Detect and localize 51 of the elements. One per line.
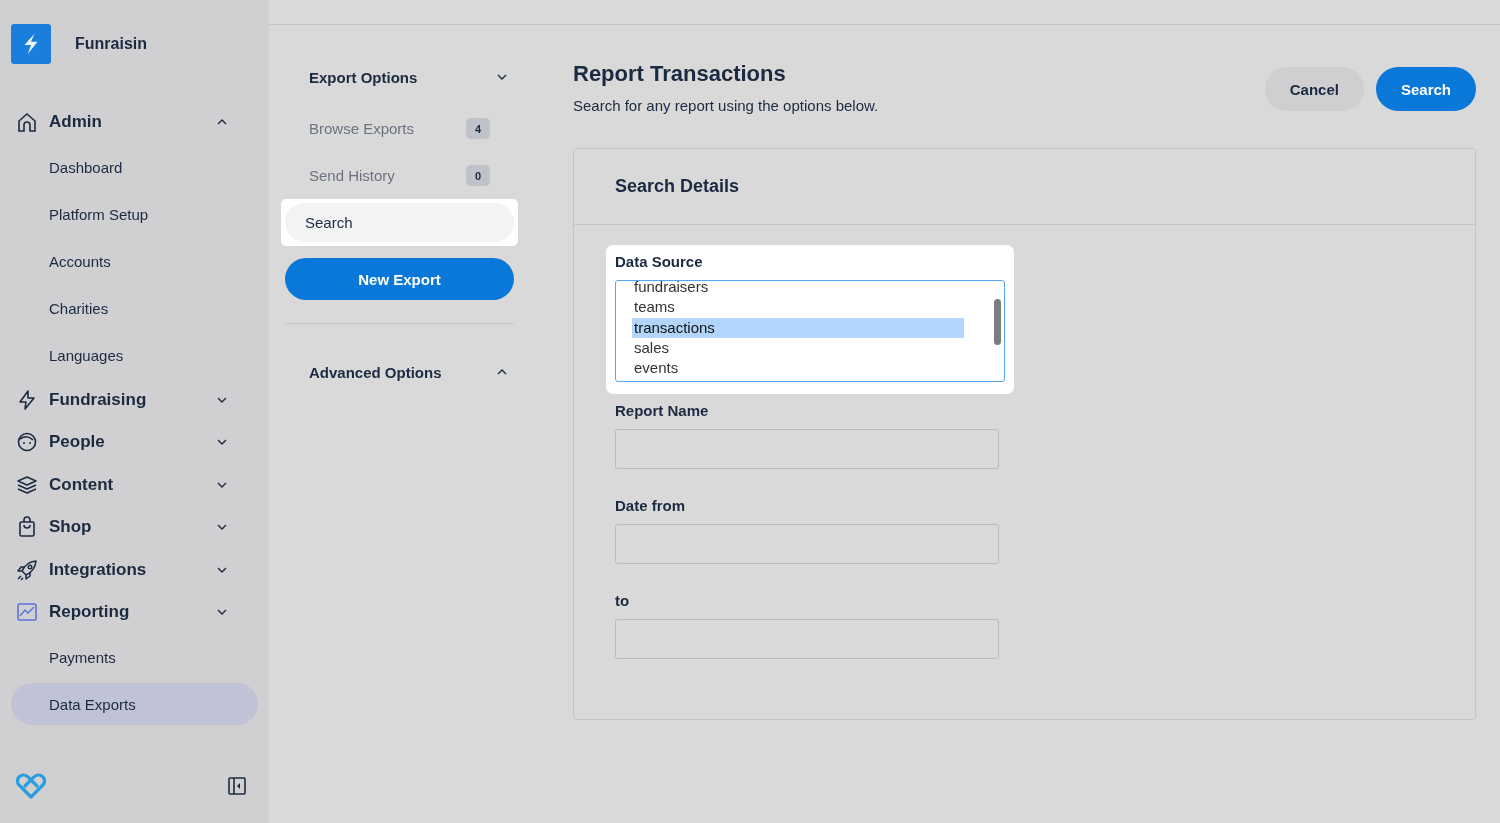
list-option[interactable]: teams	[632, 297, 964, 318]
chart-icon	[16, 601, 38, 624]
nav-item[interactable]: Accounts	[11, 240, 258, 282]
face-icon	[16, 431, 38, 454]
menu-item[interactable]: Search	[285, 203, 514, 242]
section-title[interactable]: Export Options	[309, 68, 418, 86]
cancel-button[interactable]: Cancel	[1264, 67, 1364, 111]
page-title: Report Transactions	[573, 61, 787, 87]
count-badge: 0	[466, 165, 490, 186]
new-export-button[interactable]: New Export	[285, 258, 514, 300]
nav-item[interactable]: Languages	[11, 334, 258, 376]
brand-name: Funraisin	[75, 35, 147, 53]
menu-item[interactable]: Browse Exports	[309, 120, 415, 137]
field-label: Report Name	[615, 402, 710, 419]
home-icon	[16, 111, 38, 134]
field-label: Data Source	[615, 253, 704, 270]
list-option[interactable]: events	[632, 358, 964, 379]
shopping-bag-icon	[16, 516, 38, 539]
lightning-icon	[16, 388, 38, 411]
list-option[interactable]: fundraisers	[632, 281, 964, 298]
nav-section[interactable]: Content	[49, 474, 216, 495]
layers-icon	[16, 473, 38, 496]
nav-section[interactable]: Integrations	[49, 559, 216, 580]
nav-section[interactable]: Admin	[49, 112, 216, 133]
count-badge: 4	[466, 118, 490, 139]
field-label: Date from	[615, 497, 686, 514]
app-logo[interactable]	[11, 24, 51, 64]
input-field[interactable]	[615, 429, 999, 469]
search-button[interactable]: Search	[1375, 67, 1476, 111]
nav-section[interactable]: Fundraising	[49, 389, 216, 410]
nav-section[interactable]: People	[49, 432, 216, 453]
menu-item[interactable]: Send History	[309, 167, 395, 184]
list-option[interactable]: sales	[632, 337, 964, 359]
section-title[interactable]: Advanced Options	[309, 363, 442, 381]
field-label: to	[615, 592, 631, 609]
input-field[interactable]	[615, 619, 999, 659]
nav-item[interactable]: Platform Setup	[11, 193, 258, 235]
listbox-field[interactable]: fundraisers teams transactions sales events	[615, 280, 1005, 382]
page-subtitle: Search for any report using the options below.	[573, 97, 879, 114]
nav-item[interactable]: Dashboard	[11, 146, 258, 188]
nav-item[interactable]: Data Exports	[11, 683, 258, 725]
panel-title: Search Details	[615, 176, 740, 197]
rocket-icon	[16, 558, 38, 581]
nav-item[interactable]: Charities	[11, 287, 258, 329]
scrollbar-thumb[interactable]	[994, 299, 1001, 345]
nav-item[interactable]: Payments	[11, 636, 258, 678]
nav-section[interactable]: Reporting	[49, 602, 216, 623]
collapse-sidebar-icon[interactable]	[228, 777, 246, 795]
nav-section[interactable]: Shop	[49, 517, 216, 538]
list-option[interactable]: transactions	[632, 317, 964, 338]
input-field[interactable]	[615, 524, 999, 564]
